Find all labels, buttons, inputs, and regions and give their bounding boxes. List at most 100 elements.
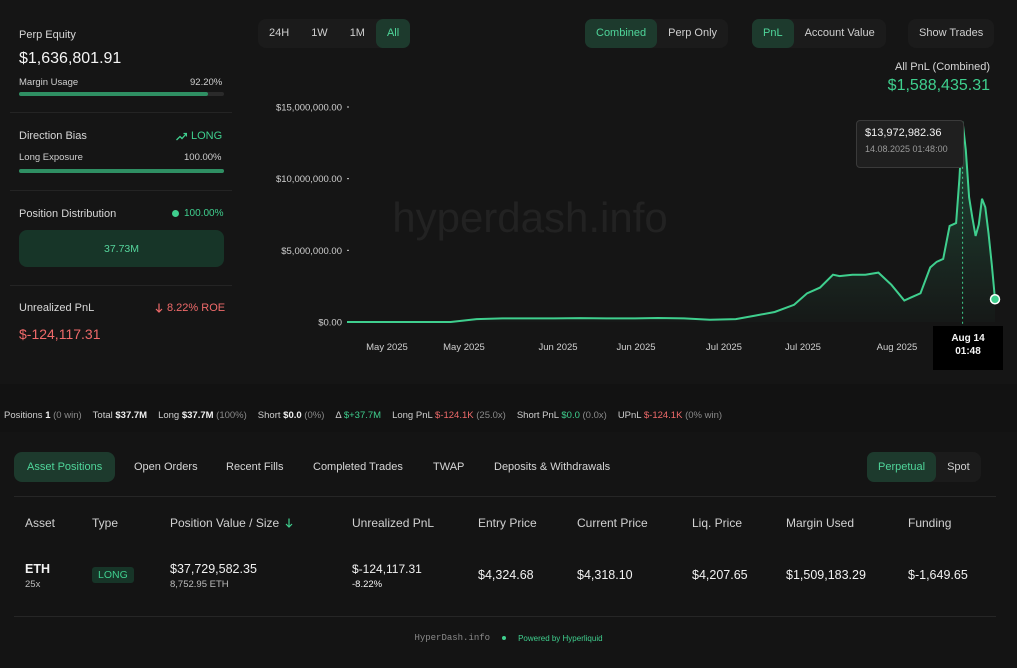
stat-positions: Positions 1 (0 win) xyxy=(4,410,82,421)
stat-delta: Δ $+37.7M xyxy=(335,410,381,421)
market-selector: Perpetual Spot xyxy=(867,452,981,482)
asset-name: ETH xyxy=(25,562,50,576)
stat-value: 1 xyxy=(45,409,51,421)
chart-header-label: All PnL (Combined) xyxy=(895,61,990,73)
col-liq-price[interactable]: Liq. Price xyxy=(692,516,742,530)
tab-perpetual[interactable]: Perpetual xyxy=(867,452,937,482)
stat-label: Long xyxy=(158,409,180,421)
footer-site: HyperDash.info xyxy=(414,633,491,643)
col-current-price[interactable]: Current Price xyxy=(577,516,648,530)
metric-pnl[interactable]: PnL xyxy=(752,19,794,48)
col-entry-price[interactable]: Entry Price xyxy=(478,516,537,530)
x-tick-label: Jun 2025 xyxy=(538,342,577,353)
unrealized-pnl-label: Unrealized PnL xyxy=(19,302,95,314)
long-exposure-value: 100.00% xyxy=(184,152,222,163)
y-tick-label: $15,000,000.00 xyxy=(276,103,342,114)
mode-combined[interactable]: Combined xyxy=(585,19,658,48)
stat-upnl: UPnL $-124.1K (0% win) xyxy=(618,410,722,421)
tab-deposits-withdrawals[interactable]: Deposits & Withdrawals xyxy=(481,452,623,482)
trend-up-icon xyxy=(176,132,187,140)
perp-equity-value: $1,636,801.91 xyxy=(19,50,122,67)
liq-price: $4,207.65 xyxy=(692,568,748,582)
position-size: 8,752.95 ETH xyxy=(170,579,229,590)
long-exposure-bar xyxy=(19,169,224,173)
timeframe-1m[interactable]: 1M xyxy=(339,19,376,48)
tooltip-value: $13,972,982.36 xyxy=(865,127,942,139)
col-type[interactable]: Type xyxy=(92,516,118,530)
x-tick-label: Aug 2025 xyxy=(877,342,918,353)
watermark: hyperdash.info xyxy=(392,194,668,241)
type-badge: LONG xyxy=(92,567,134,583)
direction-bias-text: LONG xyxy=(191,130,223,142)
col-unrealized-pnl[interactable]: Unrealized PnL xyxy=(352,516,434,530)
stat-value: $-124.1K xyxy=(643,409,683,421)
stat-label: Short xyxy=(257,409,281,421)
stat-total: Total $37.7M xyxy=(93,410,147,421)
unrealized-pnl-roe: 8.22% ROE xyxy=(155,302,225,314)
crosshair-date: Aug 14 xyxy=(951,333,985,344)
dot-icon xyxy=(502,636,507,640)
unrealized-pnl-value: $-124,117.31 xyxy=(19,326,101,342)
stat-value: $0.0 xyxy=(283,409,302,421)
position-value: $37,729,582.35 xyxy=(170,562,257,576)
tab-completed-trades[interactable]: Completed Trades xyxy=(300,452,416,482)
metric-account-value[interactable]: Account Value xyxy=(794,19,886,48)
stat-short: Short $0.0 (0%) xyxy=(258,410,325,421)
tab-recent-fills[interactable]: Recent Fills xyxy=(213,452,296,482)
position-distribution-bar[interactable]: 37.73M xyxy=(19,230,224,267)
tab-asset-positions[interactable]: Asset Positions xyxy=(14,452,116,482)
stat-value: $0.0 xyxy=(561,409,580,421)
long-exposure-label: Long Exposure xyxy=(19,152,83,163)
chart-tooltip: $13,972,982.36 14.08.2025 01:48:00 xyxy=(856,120,964,168)
x-tick-label: May 2025 xyxy=(366,342,408,353)
sort-desc-icon xyxy=(285,518,293,528)
y-tick-label: $10,000,000.00 xyxy=(276,174,342,185)
long-exposure-fill xyxy=(19,169,224,173)
timeframe-1w[interactable]: 1W xyxy=(300,19,339,48)
direction-bias-value: LONG xyxy=(176,130,222,142)
col-funding[interactable]: Funding xyxy=(908,516,951,530)
stat-value: $37.7M xyxy=(181,409,214,421)
divider xyxy=(14,616,996,617)
stat-long-pnl: Long PnL $-124.1K (25.0x) xyxy=(392,410,506,421)
col-position-value[interactable]: Position Value / Size xyxy=(170,516,293,530)
timeframe-selector: 24H 1W 1M All xyxy=(258,19,411,48)
table-row[interactable]: ETH 25x LONG $37,729,582.35 8,752.95 ETH… xyxy=(14,544,996,616)
tab-spot[interactable]: Spot xyxy=(936,452,981,482)
stat-note: (0.0x) xyxy=(582,409,607,421)
margin-usage-bar xyxy=(19,92,224,96)
perp-equity-label: Perp Equity xyxy=(19,29,76,41)
account-summary: Perp Equity $1,636,801.91 Margin Usage 9… xyxy=(0,0,240,384)
y-tick-label: $0.00 xyxy=(318,318,342,329)
tab-open-orders[interactable]: Open Orders xyxy=(121,452,211,482)
tab-twap[interactable]: TWAP xyxy=(420,452,477,482)
stat-value: $+37.7M xyxy=(343,409,382,421)
stat-label: Total xyxy=(92,409,113,421)
funding: $-1,649.65 xyxy=(908,568,968,582)
stat-label: UPnL xyxy=(617,409,642,421)
show-trades-group: Show Trades xyxy=(908,19,995,48)
position-distribution-pct: 100.00% xyxy=(184,208,224,219)
divider xyxy=(14,496,996,497)
stat-note: (100%) xyxy=(216,409,247,421)
timeframe-24h[interactable]: 24H xyxy=(258,19,300,48)
x-tick-label: May 2025 xyxy=(443,342,485,353)
margin-usage-label: Margin Usage xyxy=(19,77,79,88)
col-asset[interactable]: Asset xyxy=(25,516,55,530)
footer-powered[interactable]: Powered by Hyperliquid xyxy=(518,634,603,643)
show-trades-button[interactable]: Show Trades xyxy=(908,19,994,48)
arrow-down-icon xyxy=(155,303,163,313)
mode-perp-only[interactable]: Perp Only xyxy=(657,19,728,48)
stat-note: (25.0x) xyxy=(476,409,506,421)
y-tick-label: $5,000,000.00 xyxy=(281,246,342,257)
margin-used: $1,509,183.29 xyxy=(786,568,866,582)
stat-label: Long PnL xyxy=(392,409,433,421)
metric-selector: PnL Account Value xyxy=(752,19,886,48)
x-tick-label: Jul 2025 xyxy=(785,342,821,353)
stat-short-pnl: Short PnL $0.0 (0.0x) xyxy=(517,410,607,421)
stat-note: (0% win) xyxy=(685,409,723,421)
col-margin-used[interactable]: Margin Used xyxy=(786,516,854,530)
divider xyxy=(10,112,232,113)
entry-price: $4,324.68 xyxy=(478,568,534,582)
timeframe-all[interactable]: All xyxy=(375,19,411,48)
